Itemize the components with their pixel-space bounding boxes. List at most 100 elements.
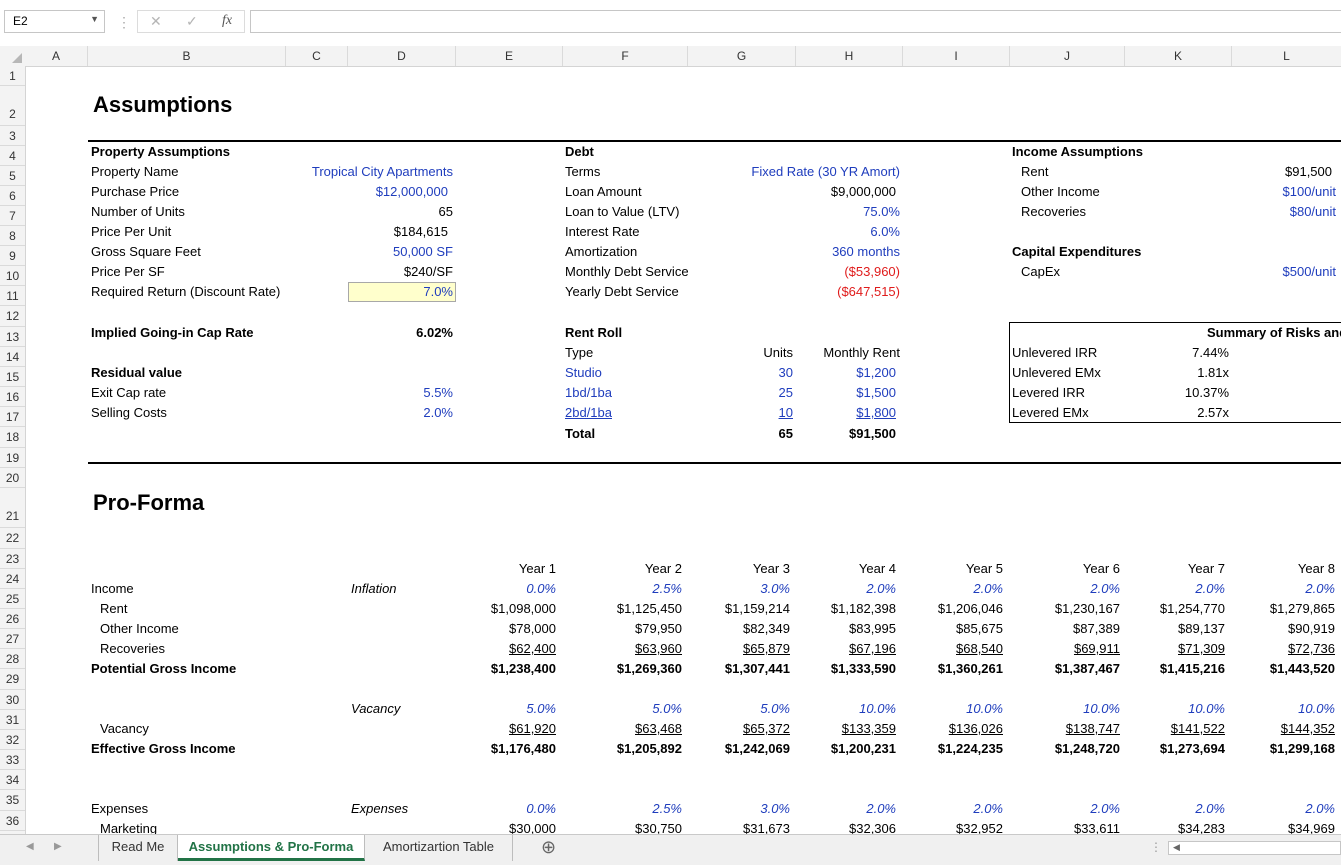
vacancy-rate[interactable]: 10.0% bbox=[1010, 701, 1120, 717]
pgi-value[interactable]: $1,333,590 bbox=[796, 661, 896, 677]
row-header-17[interactable]: 17 bbox=[0, 407, 25, 427]
value-required-return[interactable]: 7.0% bbox=[348, 284, 453, 300]
row-header-32[interactable]: 32 bbox=[0, 730, 25, 750]
other-income-value[interactable]: $85,675 bbox=[903, 621, 1003, 637]
col-header-f[interactable]: F bbox=[563, 46, 688, 66]
vacancy-value[interactable]: $61,920 bbox=[456, 721, 556, 737]
summary-value[interactable]: 10.37% bbox=[1125, 385, 1229, 401]
rent-value[interactable]: $1,098,000 bbox=[456, 601, 556, 617]
value-amortization[interactable]: 360 months bbox=[796, 244, 900, 260]
rent-value[interactable]: $1,279,865 bbox=[1232, 601, 1335, 617]
row-header-25[interactable]: 25 bbox=[0, 589, 25, 609]
value-property-name[interactable]: Tropical City Apartments bbox=[240, 164, 453, 180]
value-selling-costs[interactable]: 2.0% bbox=[348, 405, 453, 421]
recoveries-value[interactable]: $68,540 bbox=[903, 641, 1003, 657]
row-header-2[interactable]: 2 bbox=[0, 86, 25, 126]
col-header-g[interactable]: G bbox=[688, 46, 796, 66]
cancel-icon[interactable]: ✕ bbox=[150, 13, 162, 30]
value-loan-amount[interactable]: $9,000,000 bbox=[796, 184, 896, 200]
row-header-31[interactable]: 31 bbox=[0, 710, 25, 730]
horizontal-scrollbar[interactable]: ◀ bbox=[1168, 841, 1341, 855]
scroll-right-icon[interactable]: ▶ bbox=[54, 841, 62, 852]
row-header-33[interactable]: 33 bbox=[0, 750, 25, 770]
row-header-7[interactable]: 7 bbox=[0, 206, 25, 226]
egi-value[interactable]: $1,299,168 bbox=[1232, 741, 1335, 757]
name-box[interactable]: E2 ▼ bbox=[4, 10, 105, 33]
rent-roll-units[interactable]: 25 bbox=[700, 385, 793, 401]
pgi-value[interactable]: $1,387,467 bbox=[1010, 661, 1120, 677]
sheet-tab-amortization[interactable]: Amortizartion Table bbox=[365, 835, 513, 861]
rent-roll-units[interactable]: 10 bbox=[700, 405, 793, 421]
col-header-h[interactable]: H bbox=[796, 46, 903, 66]
egi-value[interactable]: $1,242,069 bbox=[688, 741, 790, 757]
rent-value[interactable]: $1,125,450 bbox=[563, 601, 682, 617]
col-header-l[interactable]: L bbox=[1232, 46, 1341, 66]
rent-value[interactable]: $1,182,398 bbox=[796, 601, 896, 617]
vacancy-value[interactable]: $144,352 bbox=[1232, 721, 1335, 737]
pgi-value[interactable]: $1,238,400 bbox=[456, 661, 556, 677]
row-header-26[interactable]: 26 bbox=[0, 609, 25, 629]
year-header[interactable]: Year 2 bbox=[563, 561, 682, 577]
expense-growth[interactable]: 2.0% bbox=[796, 801, 896, 817]
rent-value[interactable]: $1,206,046 bbox=[903, 601, 1003, 617]
row-header-13[interactable]: 13 bbox=[0, 327, 25, 347]
row-header-3[interactable]: 3 bbox=[0, 126, 25, 146]
vacancy-value[interactable]: $63,468 bbox=[563, 721, 682, 737]
rent-roll-type[interactable]: Studio bbox=[565, 365, 602, 381]
other-income-value[interactable]: $90,919 bbox=[1232, 621, 1335, 637]
value-recoveries[interactable]: $80/unit bbox=[1232, 204, 1336, 220]
value-purchase-price[interactable]: $12,000,000 bbox=[348, 184, 448, 200]
scroll-left-icon[interactable]: ◀ bbox=[1173, 842, 1180, 853]
col-header-e[interactable]: E bbox=[456, 46, 563, 66]
egi-value[interactable]: $1,273,694 bbox=[1125, 741, 1225, 757]
rent-roll-type[interactable]: 1bd/1ba bbox=[565, 385, 612, 401]
inflation-rate[interactable]: 0.0% bbox=[456, 581, 556, 597]
recoveries-value[interactable]: $63,960 bbox=[563, 641, 682, 657]
rent-value[interactable]: $1,159,214 bbox=[688, 601, 790, 617]
vacancy-value[interactable]: $141,522 bbox=[1125, 721, 1225, 737]
value-income-rent[interactable]: $91,500 bbox=[1232, 164, 1332, 180]
inflation-rate[interactable]: 2.5% bbox=[563, 581, 682, 597]
value-price-per-sf[interactable]: $240/SF bbox=[348, 264, 453, 280]
row-header-30[interactable]: 30 bbox=[0, 690, 25, 710]
recoveries-value[interactable]: $69,911 bbox=[1010, 641, 1120, 657]
inflation-rate[interactable]: 2.0% bbox=[903, 581, 1003, 597]
value-exit-cap[interactable]: 5.5% bbox=[348, 385, 453, 401]
year-header[interactable]: Year 5 bbox=[903, 561, 1003, 577]
inflation-rate[interactable]: 2.0% bbox=[1232, 581, 1335, 597]
other-income-value[interactable]: $79,950 bbox=[563, 621, 682, 637]
row-header-35[interactable]: 35 bbox=[0, 790, 25, 811]
value-capex[interactable]: $500/unit bbox=[1232, 264, 1337, 280]
rent-roll-type[interactable]: 2bd/1ba bbox=[565, 405, 612, 421]
expense-growth[interactable]: 0.0% bbox=[456, 801, 556, 817]
inflation-rate[interactable]: 3.0% bbox=[688, 581, 790, 597]
pgi-value[interactable]: $1,360,261 bbox=[903, 661, 1003, 677]
value-ltv[interactable]: 75.0% bbox=[796, 204, 900, 220]
vacancy-rate[interactable]: 10.0% bbox=[1232, 701, 1335, 717]
year-header[interactable]: Year 7 bbox=[1125, 561, 1225, 577]
value-gross-square-feet[interactable]: 50,000 SF bbox=[348, 244, 453, 260]
other-income-value[interactable]: $78,000 bbox=[456, 621, 556, 637]
expense-growth[interactable]: 2.0% bbox=[903, 801, 1003, 817]
row-header-21[interactable]: 21 bbox=[0, 488, 25, 528]
row-header-16[interactable]: 16 bbox=[0, 387, 25, 407]
row-header-4[interactable]: 4 bbox=[0, 146, 25, 166]
inflation-rate[interactable]: 2.0% bbox=[796, 581, 896, 597]
egi-value[interactable]: $1,205,892 bbox=[563, 741, 682, 757]
row-header-27[interactable]: 27 bbox=[0, 629, 25, 649]
inflation-rate[interactable]: 2.0% bbox=[1125, 581, 1225, 597]
row-header-36[interactable]: 36 bbox=[0, 811, 25, 831]
row-header-11[interactable]: 11 bbox=[0, 286, 25, 306]
recoveries-value[interactable]: $71,309 bbox=[1125, 641, 1225, 657]
summary-value[interactable]: 7.44% bbox=[1125, 345, 1229, 361]
chevron-down-icon[interactable]: ▼ bbox=[90, 14, 99, 24]
row-header-23[interactable]: 23 bbox=[0, 549, 25, 569]
vacancy-rate[interactable]: 10.0% bbox=[1125, 701, 1225, 717]
vacancy-rate[interactable]: 5.0% bbox=[688, 701, 790, 717]
year-header[interactable]: Year 4 bbox=[796, 561, 896, 577]
col-header-b[interactable]: B bbox=[88, 46, 286, 66]
value-interest-rate[interactable]: 6.0% bbox=[796, 224, 900, 240]
year-header[interactable]: Year 8 bbox=[1232, 561, 1335, 577]
row-header-1[interactable]: 1 bbox=[0, 66, 25, 86]
year-header[interactable]: Year 6 bbox=[1010, 561, 1120, 577]
